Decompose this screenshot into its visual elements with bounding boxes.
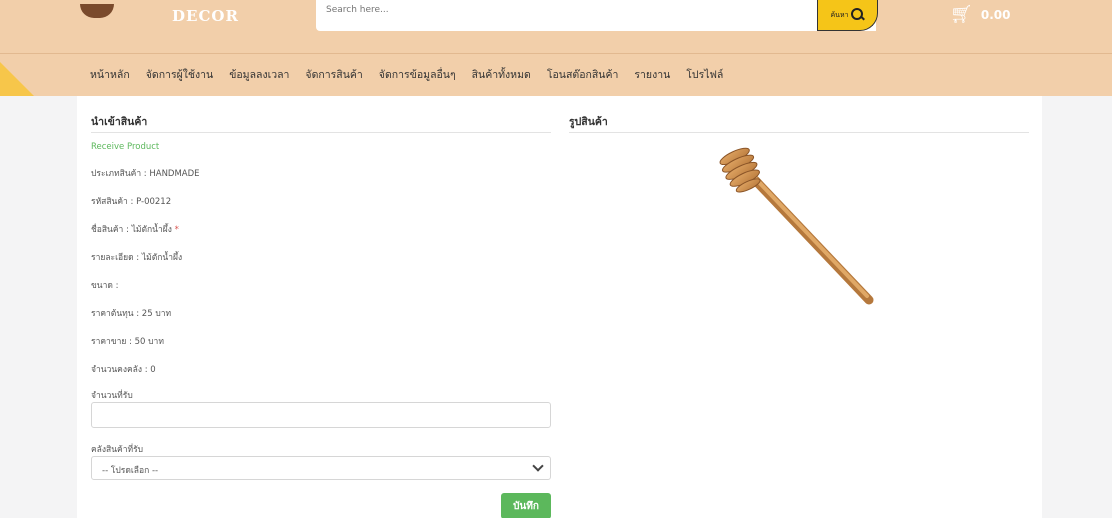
decorative-wedge bbox=[0, 62, 34, 96]
form-subtitle: Receive Product bbox=[91, 142, 160, 152]
search-button-label: ค้นหา bbox=[830, 10, 849, 19]
save-button[interactable]: บันทึก bbox=[501, 493, 551, 518]
nav-item-all-products[interactable]: สินค้าทั้งหมด bbox=[472, 66, 531, 83]
warehouse-select[interactable]: -- โปรดเลือก -- bbox=[91, 456, 551, 480]
product-name-row: ชื่อสินค้า : ไม้ตักน้ำผึ้ง * bbox=[91, 222, 179, 236]
product-detail: รายละเอียด : ไม้ตักน้ำผึ้ง bbox=[91, 253, 183, 263]
cart-icon: 🛒︎ bbox=[950, 4, 973, 25]
image-panel-divider bbox=[569, 132, 1029, 133]
search-icon bbox=[850, 8, 865, 22]
logo-icon[interactable] bbox=[80, 4, 114, 18]
search-bar bbox=[316, 0, 876, 31]
search-input[interactable] bbox=[326, 5, 806, 15]
product-code: รหัสสินค้า : P-00212 bbox=[91, 197, 172, 207]
nav-item-home[interactable]: หน้าหลัก bbox=[90, 66, 130, 83]
site-header: DECOR ค้นหา 🛒︎ 0.00 หน้าหลัก จัดการผู้ใช… bbox=[0, 0, 1112, 96]
nav-item-reports[interactable]: รายงาน bbox=[634, 66, 670, 83]
nav-item-users[interactable]: จัดการผู้ใช้งาน bbox=[146, 66, 213, 83]
warehouse-selected-value: -- โปรดเลือก -- bbox=[102, 466, 159, 476]
brand-logo[interactable]: DECOR bbox=[172, 7, 239, 25]
product-name: ชื่อสินค้า : ไม้ตักน้ำผึ้ง bbox=[91, 225, 172, 235]
chevron-down-icon bbox=[532, 460, 544, 472]
nav-item-timesheet[interactable]: ข้อมูลลงเวลา bbox=[229, 66, 289, 83]
required-marker: * bbox=[174, 225, 179, 235]
image-panel-title: รูปสินค้า bbox=[569, 116, 608, 128]
search-button[interactable]: ค้นหา bbox=[817, 0, 878, 31]
nav-item-manage-products[interactable]: จัดการสินค้า bbox=[305, 66, 362, 83]
product-size: ขนาด : bbox=[91, 281, 119, 291]
cart-total: 0.00 bbox=[980, 7, 1011, 22]
content-panel bbox=[77, 96, 1042, 518]
nav-item-stock-transfer[interactable]: โอนสต๊อกสินค้า bbox=[547, 66, 619, 83]
honey-dipper-icon bbox=[719, 147, 874, 305]
product-image bbox=[705, 142, 883, 324]
product-stock: จำนวนคงคลัง : 0 bbox=[91, 365, 156, 375]
product-type: ประเภทสินค้า : HANDMADE bbox=[91, 169, 200, 179]
form-title: นำเข้าสินค้า bbox=[91, 116, 148, 128]
cart[interactable]: 🛒︎ 0.00 bbox=[950, 4, 1010, 25]
product-cost: ราคาต้นทุน : 25 บาท bbox=[91, 309, 172, 319]
form-title-divider bbox=[91, 132, 551, 133]
product-price: ราคาขาย : 50 บาท bbox=[91, 337, 164, 347]
qty-label: จำนวนที่รับ bbox=[91, 391, 133, 401]
nav-item-manage-other[interactable]: จัดการข้อมูลอื่นๆ bbox=[379, 66, 456, 83]
header-divider bbox=[0, 53, 1112, 54]
warehouse-label: คลังสินค้าที่รับ bbox=[91, 445, 144, 455]
main-nav: หน้าหลัก จัดการผู้ใช้งาน ข้อมูลลงเวลา จั… bbox=[90, 66, 739, 83]
qty-input[interactable] bbox=[91, 402, 551, 428]
nav-item-profile[interactable]: โปรไฟล์ bbox=[686, 66, 723, 83]
